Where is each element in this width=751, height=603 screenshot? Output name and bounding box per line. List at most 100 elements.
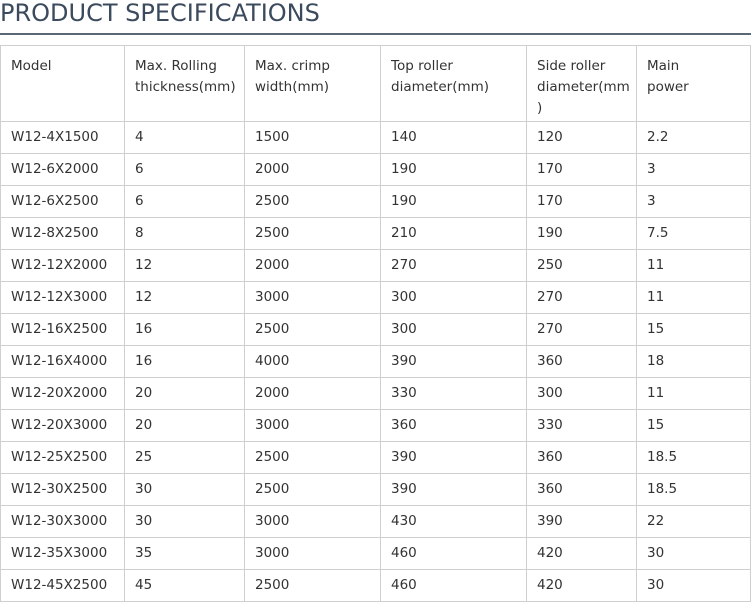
header-side-line-2: diameter(mm [537, 79, 630, 95]
table-row: W12-30X2500 30 2500 390 360 18.5 [0, 473, 751, 506]
cell-thickness: 12 [124, 281, 245, 314]
header-width-line-1: Max. crimp [255, 58, 330, 74]
cell-thickness: 4 [124, 121, 245, 154]
cell-thickness: 16 [124, 313, 245, 346]
cell-main-power: 3 [636, 185, 751, 218]
cell-main-power: 11 [636, 281, 751, 314]
cell-main-power: 22 [636, 505, 751, 538]
cell-thickness: 35 [124, 537, 245, 570]
cell-top-roller: 190 [380, 185, 527, 218]
cell-main-power: 11 [636, 377, 751, 410]
table-row: W12-12X2000 12 2000 270 250 11 [0, 249, 751, 282]
header-max-rolling-thickness: Max. Rolling thickness(mm) [124, 45, 245, 122]
cell-top-roller: 390 [380, 441, 527, 474]
cell-width: 2500 [244, 313, 381, 346]
cell-model: W12-45X2500 [0, 569, 125, 602]
specifications-table: Model Max. Rolling thickness(mm) Max. cr… [0, 45, 751, 602]
cell-main-power: 7.5 [636, 217, 751, 250]
table-row: W12-16X2500 16 2500 300 270 15 [0, 313, 751, 346]
table-row: W12-35X3000 35 3000 460 420 30 [0, 537, 751, 570]
cell-model: W12-8X2500 [0, 217, 125, 250]
header-power-line-2: power [647, 79, 689, 95]
header-model: Model [0, 45, 125, 122]
cell-top-roller: 330 [380, 377, 527, 410]
cell-model: W12-12X2000 [0, 249, 125, 282]
cell-width: 3000 [244, 505, 381, 538]
cell-top-roller: 140 [380, 121, 527, 154]
cell-width: 2500 [244, 441, 381, 474]
cell-top-roller: 300 [380, 313, 527, 346]
cell-main-power: 18.5 [636, 473, 751, 506]
cell-side-roller: 390 [526, 505, 637, 538]
cell-model: W12-6X2000 [0, 153, 125, 186]
table-header-row: Model Max. Rolling thickness(mm) Max. cr… [0, 45, 751, 122]
cell-side-roller: 420 [526, 537, 637, 570]
cell-main-power: 18 [636, 345, 751, 378]
cell-side-roller: 420 [526, 569, 637, 602]
cell-side-roller: 120 [526, 121, 637, 154]
cell-top-roller: 390 [380, 345, 527, 378]
header-top-line-2: diameter(mm) [391, 79, 490, 95]
cell-model: W12-25X2500 [0, 441, 125, 474]
table-row: W12-25X2500 25 2500 390 360 18.5 [0, 441, 751, 474]
cell-side-roller: 270 [526, 313, 637, 346]
cell-side-roller: 360 [526, 473, 637, 506]
cell-top-roller: 190 [380, 153, 527, 186]
cell-thickness: 45 [124, 569, 245, 602]
cell-thickness: 6 [124, 153, 245, 186]
cell-thickness: 30 [124, 473, 245, 506]
cell-model: W12-4X1500 [0, 121, 125, 154]
cell-width: 1500 [244, 121, 381, 154]
cell-main-power: 3 [636, 153, 751, 186]
cell-main-power: 30 [636, 569, 751, 602]
cell-main-power: 18.5 [636, 441, 751, 474]
cell-side-roller: 170 [526, 153, 637, 186]
cell-model: W12-20X3000 [0, 409, 125, 442]
cell-side-roller: 300 [526, 377, 637, 410]
cell-width: 2000 [244, 249, 381, 282]
table-row: W12-30X3000 30 3000 430 390 22 [0, 505, 751, 538]
header-side-line-1: Side roller [537, 58, 606, 74]
header-thickness-line-1: Max. Rolling [135, 58, 217, 74]
cell-top-roller: 210 [380, 217, 527, 250]
cell-model: W12-16X2500 [0, 313, 125, 346]
cell-main-power: 11 [636, 249, 751, 282]
cell-width: 2500 [244, 569, 381, 602]
cell-top-roller: 300 [380, 281, 527, 314]
cell-top-roller: 270 [380, 249, 527, 282]
cell-width: 4000 [244, 345, 381, 378]
cell-thickness: 16 [124, 345, 245, 378]
cell-width: 2000 [244, 153, 381, 186]
cell-thickness: 8 [124, 217, 245, 250]
cell-width: 2500 [244, 473, 381, 506]
cell-model: W12-12X3000 [0, 281, 125, 314]
cell-model: W12-20X2000 [0, 377, 125, 410]
header-max-crimp-width: Max. crimp width(mm) [244, 45, 381, 122]
header-main-power: Main power [636, 45, 751, 122]
cell-main-power: 15 [636, 313, 751, 346]
cell-side-roller: 270 [526, 281, 637, 314]
table-row: W12-20X3000 20 3000 360 330 15 [0, 409, 751, 442]
cell-side-roller: 170 [526, 185, 637, 218]
table-row: W12-45X2500 45 2500 460 420 30 [0, 569, 751, 602]
cell-side-roller: 360 [526, 441, 637, 474]
cell-side-roller: 330 [526, 409, 637, 442]
cell-thickness: 6 [124, 185, 245, 218]
cell-side-roller: 190 [526, 217, 637, 250]
page-title: PRODUCT SPECIFICATIONS [0, 0, 320, 27]
cell-model: W12-30X2500 [0, 473, 125, 506]
cell-thickness: 30 [124, 505, 245, 538]
cell-top-roller: 430 [380, 505, 527, 538]
cell-main-power: 2.2 [636, 121, 751, 154]
cell-width: 3000 [244, 281, 381, 314]
cell-top-roller: 460 [380, 537, 527, 570]
cell-width: 3000 [244, 537, 381, 570]
header-thickness-line-2: thickness(mm) [135, 79, 236, 95]
cell-side-roller: 360 [526, 345, 637, 378]
header-width-line-2: width(mm) [255, 79, 330, 95]
header-top-roller-diameter: Top roller diameter(mm) [380, 45, 527, 122]
header-top-line-1: Top roller [391, 58, 453, 74]
cell-thickness: 20 [124, 409, 245, 442]
table-row: W12-20X2000 20 2000 330 300 11 [0, 377, 751, 410]
cell-thickness: 25 [124, 441, 245, 474]
